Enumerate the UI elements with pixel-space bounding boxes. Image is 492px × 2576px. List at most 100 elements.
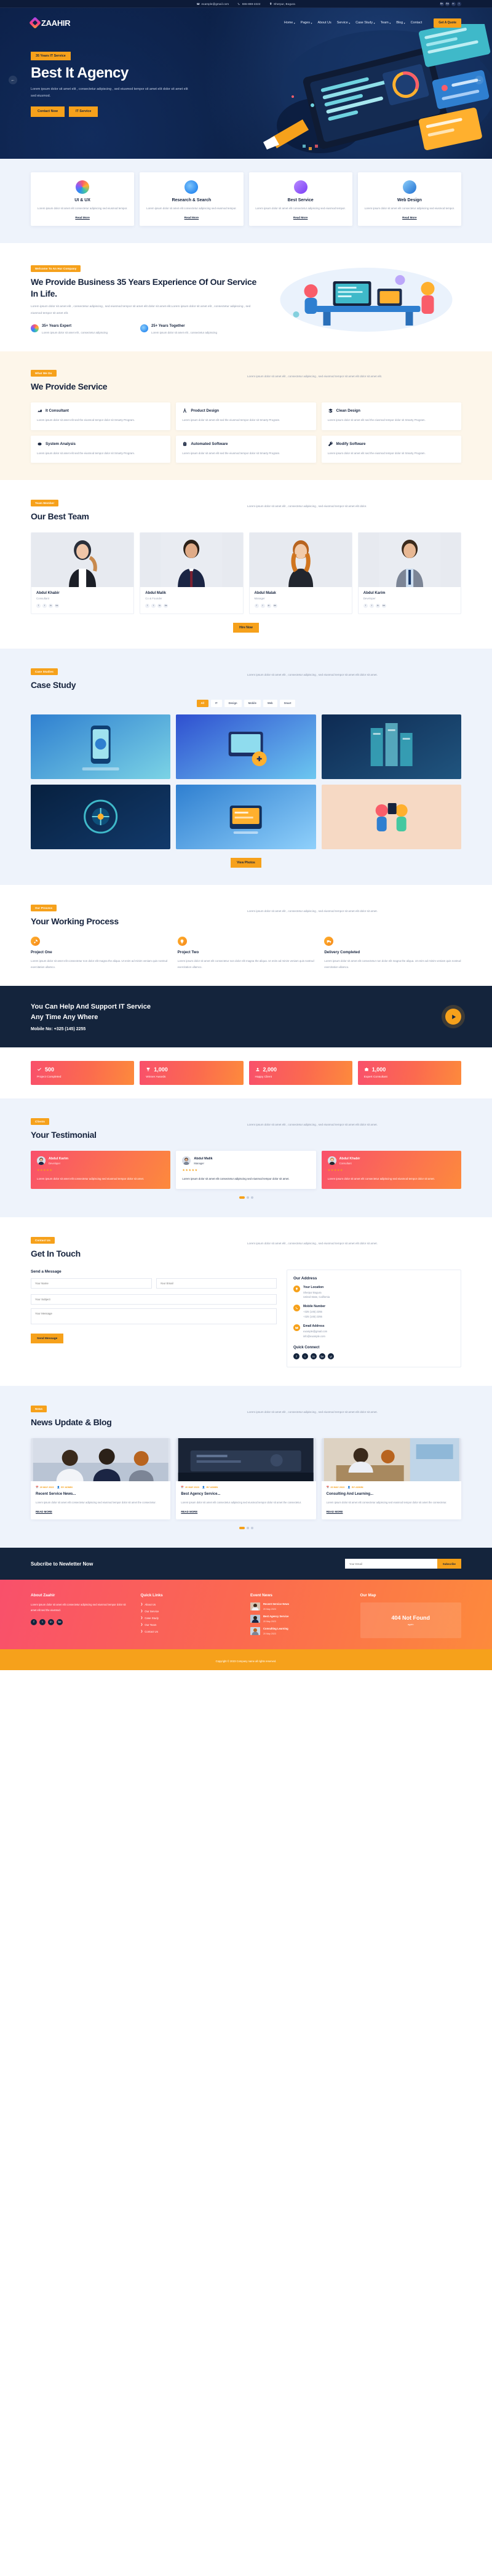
social-twitter-icon[interactable]: t [369, 603, 374, 608]
pagination-dot-active[interactable] [239, 1527, 245, 1530]
footer-link[interactable]: ❯ Our Team [141, 1623, 242, 1626]
pagination-dot[interactable] [250, 1527, 253, 1530]
nav-item-home[interactable]: Home ▾ [284, 21, 295, 25]
social-behance-icon[interactable]: be [57, 1618, 63, 1625]
nav-item-blog[interactable]: Blog ▾ [396, 21, 405, 25]
social-linkedin-icon[interactable]: in [157, 603, 162, 608]
social-behance-icon[interactable]: be [272, 603, 277, 608]
social-twitter-icon[interactable]: t [260, 603, 265, 608]
service-card[interactable]: Research & Search Lorem ipsum dolor sit … [140, 172, 244, 226]
pagination-dot[interactable] [246, 1527, 249, 1530]
footer-link[interactable]: ❯ Case Study [141, 1616, 242, 1620]
social-dribbble-icon[interactable]: Bd [445, 1, 450, 6]
logo[interactable]: ZAAHIR [29, 17, 71, 29]
social-youtube-icon[interactable]: yt [328, 1353, 334, 1360]
nav-item-pages[interactable]: Pages ▾ [301, 21, 312, 25]
provide-card[interactable]: Modify Software Lorem ipsum dolor sit am… [321, 435, 461, 463]
team-member-card[interactable]: Abdul Khabir Consultant f t in be [31, 532, 135, 614]
read-more-link[interactable]: READ MORE [327, 1510, 456, 1513]
topbar-phone[interactable]: 555-888-2222 [237, 2, 260, 6]
case-item[interactable] [176, 714, 316, 779]
case-item[interactable] [31, 714, 171, 779]
case-tab-design[interactable]: Design [224, 699, 242, 707]
case-tab-smart[interactable]: Smart [279, 699, 296, 707]
provide-card[interactable]: System Analysis Lorem ipsum dolor sit am… [31, 435, 171, 463]
read-more-link[interactable]: Read More [36, 216, 129, 219]
pagination-dot-active[interactable] [239, 1196, 245, 1199]
social-behance-icon[interactable]: be [381, 603, 386, 608]
blog-card[interactable]: 📅 20 MAY 2023 👤 BY ADMIN Best Agency Ser… [176, 1438, 316, 1520]
footer-post[interactable]: Best Agency Service 20 May 2023 [250, 1615, 352, 1623]
social-twitter-icon[interactable]: t [302, 1353, 308, 1360]
footer-post[interactable]: Recent Service News 20 May 2023 [250, 1602, 352, 1611]
case-item[interactable] [321, 784, 461, 849]
social-twitter-icon[interactable]: t [151, 603, 156, 608]
footer-link[interactable]: ❯ Contact Us [141, 1630, 242, 1633]
contact-now-button[interactable]: Contact Now [31, 106, 65, 117]
social-linkedin-icon[interactable]: in [375, 603, 380, 608]
read-more-link[interactable]: READ MORE [36, 1510, 165, 1513]
team-member-card[interactable]: Abdul Karim Developer f t in be [357, 532, 461, 614]
name-input[interactable] [31, 1278, 152, 1289]
social-linkedin-icon[interactable]: in [49, 603, 53, 608]
social-facebook-icon[interactable]: f [254, 603, 259, 608]
play-icon[interactable] [445, 1009, 461, 1025]
team-member-card[interactable]: Abdul Malik Co & Founder f t in be [140, 532, 244, 614]
newsletter-email-input[interactable] [344, 1559, 437, 1569]
case-tab-web[interactable]: Web [263, 699, 277, 707]
read-more-link[interactable]: Read More [145, 216, 237, 219]
social-facebook-icon[interactable]: f [145, 603, 150, 608]
read-more-link[interactable]: Read More [255, 216, 347, 219]
social-facebook-icon[interactable]: f [293, 1353, 300, 1360]
footer-link[interactable]: ❯ Our Service [141, 1609, 242, 1613]
case-tab-mobile[interactable]: Mobile [244, 699, 261, 707]
social-facebook-icon[interactable]: f [36, 603, 41, 608]
message-textarea[interactable] [31, 1308, 277, 1324]
provide-card[interactable]: Automated Software Lorem ipsum dolor sit… [176, 435, 316, 463]
social-behance-icon[interactable]: be [55, 603, 59, 608]
footer-link[interactable]: ❯ About Us [141, 1602, 242, 1606]
case-item[interactable] [176, 784, 316, 849]
service-card[interactable]: Web Design Lorem ipsum dolor sit amet el… [357, 172, 461, 226]
subject-input[interactable] [31, 1294, 277, 1305]
topbar-email[interactable]: example@gmail.com [197, 2, 229, 6]
footer-post[interactable]: Consulting Learning 20 May 2023 [250, 1627, 352, 1636]
provide-card[interactable]: Clean Design Lorem ipsum dolor sit amet … [321, 402, 461, 430]
slider-prev-arrow-icon[interactable]: ← [9, 76, 17, 84]
pagination-dot[interactable] [250, 1196, 253, 1199]
social-linkedin-icon[interactable]: in [266, 603, 271, 608]
case-item[interactable] [321, 714, 461, 779]
nav-item-contact[interactable]: Contact [411, 21, 423, 25]
nav-item-case-study[interactable]: Case Study ▾ [355, 21, 375, 25]
subscribe-button[interactable]: Subscribe [437, 1559, 461, 1569]
case-item[interactable] [31, 784, 171, 849]
social-twitter-icon[interactable]: t [457, 1, 461, 6]
blog-card[interactable]: 📅 20 MAY 2023 👤 BY ADMIN Consulting And … [321, 1438, 461, 1520]
social-linkedin-icon[interactable]: in [48, 1618, 54, 1625]
nav-item-service[interactable]: Service ▾ [337, 21, 351, 25]
blog-card[interactable]: 📅 20 MAY 2023 👤 BY ADMIN Recent Service … [31, 1438, 171, 1520]
social-behance-icon[interactable]: be [319, 1353, 325, 1360]
read-more-link[interactable]: READ MORE [181, 1510, 311, 1513]
hire-now-button[interactable]: Hire Now [233, 622, 259, 633]
social-linkedin-icon[interactable]: in [451, 1, 456, 6]
provide-card[interactable]: Product Design Lorem ipsum dolor sit ame… [176, 402, 316, 430]
social-twitter-icon[interactable]: t [39, 1618, 46, 1625]
slider-next-arrow-icon[interactable]: → [475, 76, 483, 84]
social-facebook-icon[interactable]: f [31, 1618, 37, 1625]
social-behance-icon[interactable]: Be [439, 1, 444, 6]
social-twitter-icon[interactable]: t [42, 603, 47, 608]
nav-item-about-us[interactable]: About Us [318, 21, 331, 25]
service-card[interactable]: UI & UX Lorem ipsum dolor sit amet elit … [31, 172, 135, 226]
read-more-link[interactable]: Read More [363, 216, 456, 219]
service-card[interactable]: Best Service Lorem ipsum dolor sit amet … [248, 172, 352, 226]
view-photos-button[interactable]: View Photos [231, 857, 261, 868]
email-input[interactable] [156, 1278, 277, 1289]
social-linkedin-icon[interactable]: in [311, 1353, 317, 1360]
it-service-button[interactable]: IT Service [68, 106, 98, 117]
nav-item-team[interactable]: Team ▾ [381, 21, 391, 25]
send-message-button[interactable]: Send Message [31, 1334, 64, 1343]
social-facebook-icon[interactable]: f [363, 603, 368, 608]
team-member-card[interactable]: Abdul Malak Manager f t in be [248, 532, 352, 614]
get-a-quote-button[interactable]: Get A Quote [434, 18, 461, 28]
